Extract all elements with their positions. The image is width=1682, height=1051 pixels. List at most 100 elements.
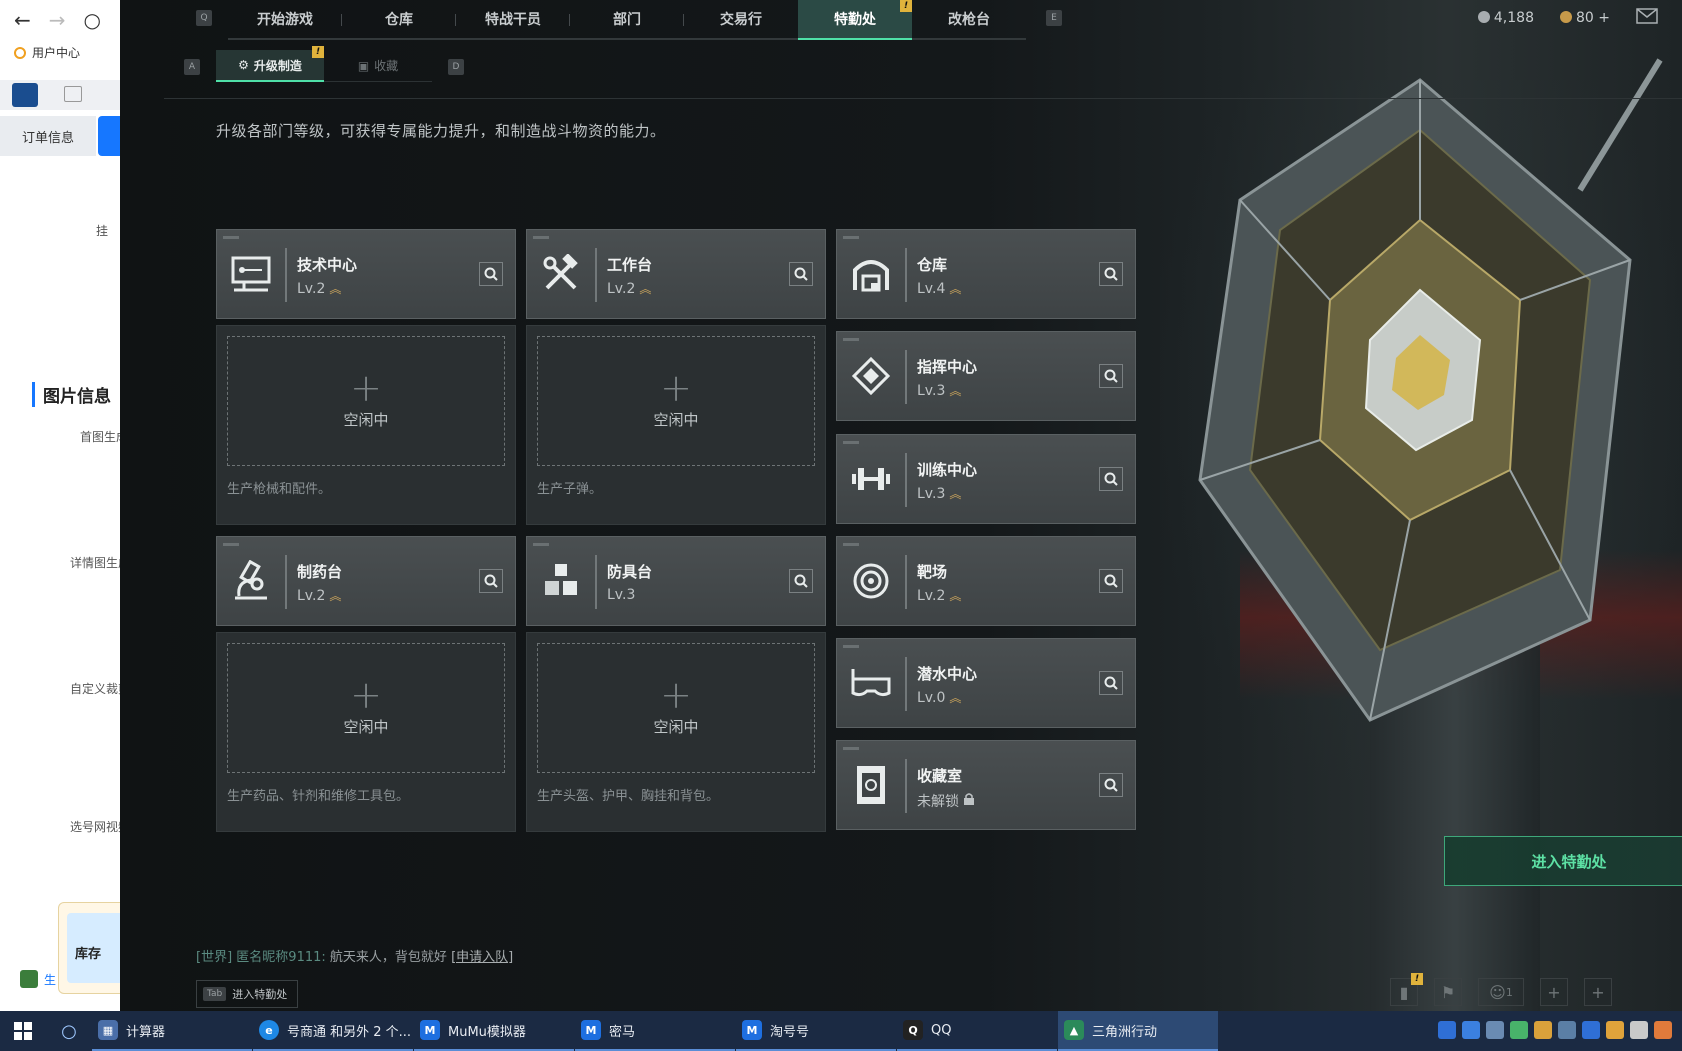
bookmark-bar: 用户中心: [14, 44, 80, 61]
facility-card-shooting-range[interactable]: 靶场 Lv.2 ︽: [836, 536, 1136, 626]
facility-card-tech-center[interactable]: 技术中心 Lv.2 ︽: [216, 229, 516, 319]
search-icon[interactable]: [1099, 671, 1123, 695]
tray-shield-icon[interactable]: [1462, 1021, 1480, 1039]
add-currency-button[interactable]: +: [1598, 10, 1610, 26]
level-text: Lv.3: [917, 485, 946, 502]
search-icon[interactable]: [479, 569, 503, 593]
taskbar-item-mumu[interactable]: M MuMu模拟器: [414, 1011, 574, 1051]
facility-card-collection-room[interactable]: 收藏室 未解锁: [836, 740, 1136, 830]
order-info-tab[interactable]: 订单信息: [0, 116, 96, 156]
tab-collection[interactable]: ▣ 收藏: [324, 50, 432, 82]
footer-text[interactable]: 生: [44, 971, 56, 988]
tab-department[interactable]: 部门: [570, 0, 684, 40]
page-description: 升级各部门等级，可获得专属能力提升，和制造战斗物资的能力。: [216, 122, 666, 140]
mumu-icon: M: [742, 1020, 762, 1040]
silver-currency: 4,188: [1477, 10, 1534, 26]
facility-card-diving-center[interactable]: 潜水中心 Lv.0 ︽: [836, 638, 1136, 728]
facility-card-command-center[interactable]: 指挥中心 Lv.3 ︽: [836, 331, 1136, 421]
refresh-icon[interactable]: ○: [84, 8, 101, 32]
taskbar-item-delta-force[interactable]: ▲ 三角洲行动: [1058, 1011, 1218, 1051]
side-label: 自定义裁剪: [70, 682, 120, 696]
search-icon[interactable]: [1099, 364, 1123, 388]
add-icon[interactable]: +: [1584, 978, 1612, 1006]
search-icon[interactable]: [1099, 773, 1123, 797]
silver-amount: 4,188: [1493, 10, 1534, 26]
taskbar-item-edge[interactable]: e 号商通 和另外 2 个...: [253, 1011, 413, 1051]
tray-misc-icon[interactable]: [1654, 1021, 1672, 1039]
taskbar-item-mima[interactable]: M 密马: [575, 1011, 735, 1051]
silver-coin-icon: [1477, 11, 1490, 23]
gold-currency[interactable]: 80 +: [1559, 10, 1610, 26]
search-icon[interactable]: [1099, 569, 1123, 593]
tray-input-icon[interactable]: [1438, 1021, 1456, 1039]
search-icon[interactable]: [479, 262, 503, 286]
tray-user-icon[interactable]: [1534, 1021, 1552, 1039]
taskbar-search-icon[interactable]: ○: [46, 1011, 92, 1051]
production-slot-pharmacy[interactable]: + 空闲中 生产药品、针剂和维修工具包。: [216, 632, 516, 832]
upgrade-arrow-icon: ︽: [639, 282, 652, 296]
tray-volume-icon[interactable]: [1630, 1021, 1648, 1039]
stock-label: 库存: [67, 913, 120, 983]
friends-icon[interactable]: ☺ 1: [1478, 978, 1524, 1006]
back-icon[interactable]: ←: [14, 8, 31, 32]
enter-special-ops-button[interactable]: 进入特勤处: [1444, 836, 1682, 886]
tray-mail-icon[interactable]: [1486, 1021, 1504, 1039]
search-icon[interactable]: [789, 262, 813, 286]
facility-card-pharmacy[interactable]: 制药台 Lv.2 ︽: [216, 536, 516, 626]
taskbar-item-qq[interactable]: Q QQ: [897, 1011, 1057, 1051]
idle-slot[interactable]: + 空闲中: [537, 643, 815, 773]
alert-badge: !: [1411, 973, 1423, 985]
facility-card-workbench[interactable]: 工作台 Lv.2 ︽: [526, 229, 826, 319]
command-diamond-icon: [849, 354, 893, 398]
add-icon[interactable]: +: [1540, 978, 1568, 1006]
stock-card[interactable]: 库存: [58, 902, 120, 994]
facility-card-training-center[interactable]: 训练中心 Lv.3 ︽: [836, 434, 1136, 524]
production-slot-workbench[interactable]: + 空闲中 生产子弹。: [526, 325, 826, 525]
tab-trading[interactable]: 交易行: [684, 0, 798, 40]
taskbar-item-calculator[interactable]: ▦ 计算器: [92, 1011, 252, 1051]
production-slot-tech-center[interactable]: + 空闲中 生产枪械和配件。: [216, 325, 516, 525]
facility-name: 仓库: [917, 256, 948, 274]
tab-upgrade-craft[interactable]: ⚙ 升级制造 !: [216, 46, 324, 82]
tab-operators[interactable]: 特战干员: [456, 0, 570, 40]
idle-slot[interactable]: + 空闲中: [537, 336, 815, 466]
forward-icon[interactable]: →: [49, 8, 66, 32]
apply-team-link[interactable]: [申请入队]: [451, 950, 513, 965]
facility-card-armor[interactable]: 防具台 Lv.3: [526, 536, 826, 626]
tab-label: 改枪台: [948, 12, 990, 28]
edge-icon: e: [259, 1020, 279, 1040]
facility-level: Lv.2 ︽: [607, 280, 651, 297]
card-corner-mark: [843, 236, 859, 239]
stats-icon[interactable]: ▮!: [1390, 973, 1423, 1006]
tray-wechat-icon[interactable]: [1510, 1021, 1528, 1039]
tab-hint[interactable]: Tab 进入特勤处: [196, 980, 298, 1008]
level-text: Lv.2: [607, 280, 636, 297]
tray-package-icon[interactable]: [1606, 1021, 1624, 1039]
tab-icon[interactable]: [64, 86, 82, 102]
facility-level: Lv.3 ︽: [917, 485, 961, 502]
tray-app-icon[interactable]: [1558, 1021, 1576, 1039]
tab-start-game[interactable]: 开始游戏: [228, 0, 342, 40]
app-icon[interactable]: [12, 83, 38, 107]
production-slot-armor[interactable]: + 空闲中 生产头盔、护甲、胸挂和背包。: [526, 632, 826, 832]
card-separator: [595, 248, 597, 302]
mail-icon[interactable]: [1636, 8, 1658, 28]
taskbar-item-taohaohao[interactable]: M 淘号号: [736, 1011, 896, 1051]
card-separator: [285, 248, 287, 302]
search-icon[interactable]: [1099, 467, 1123, 491]
facility-card-warehouse[interactable]: 仓库 Lv.4 ︽: [836, 229, 1136, 319]
flag-icon[interactable]: ⚑: [1434, 978, 1462, 1006]
search-icon[interactable]: [789, 569, 813, 593]
chat-sender[interactable]: 匿名昵称9111:: [236, 950, 325, 965]
bookmark-user-center[interactable]: 用户中心: [32, 44, 80, 61]
idle-slot[interactable]: + 空闲中: [227, 336, 505, 466]
active-tab-indicator[interactable]: [98, 116, 120, 156]
game-window: Q 开始游戏 仓库 特战干员 部门 交易行 特勤处! 改枪台 E 4,188 8…: [120, 0, 1682, 1011]
tab-special-ops[interactable]: 特勤处!: [798, 0, 912, 40]
idle-slot[interactable]: + 空闲中: [227, 643, 505, 773]
tab-warehouse[interactable]: 仓库: [342, 0, 456, 40]
search-icon[interactable]: [1099, 262, 1123, 286]
tab-gunsmith[interactable]: 改枪台: [912, 0, 1026, 40]
tray-mumu-icon[interactable]: [1582, 1021, 1600, 1039]
windows-start-icon[interactable]: [0, 1011, 46, 1051]
